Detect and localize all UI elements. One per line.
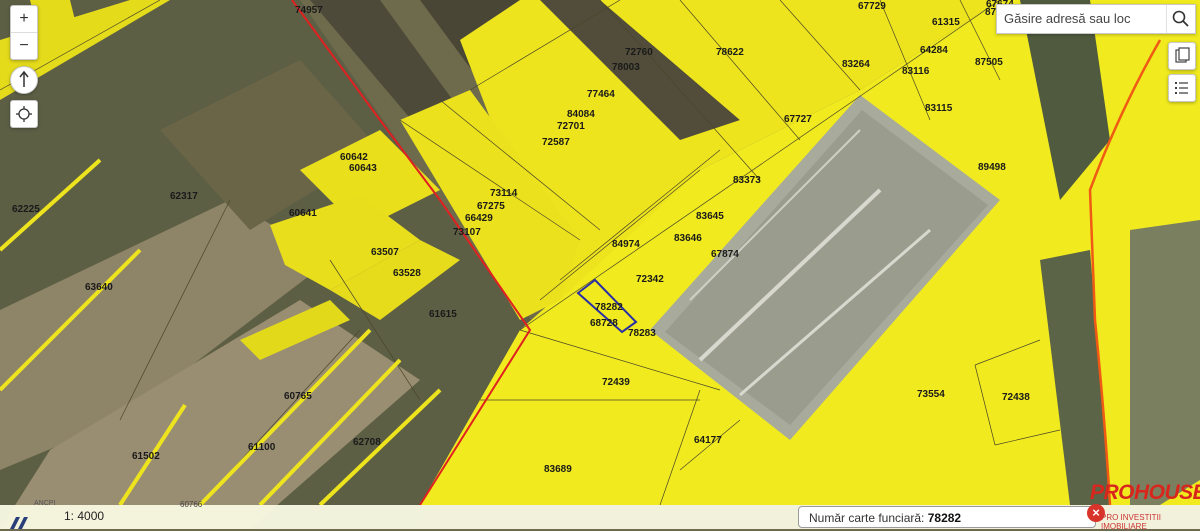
parcel-label[interactable]: 72439 (602, 378, 630, 388)
carte-funciara-box: Număr carte funciară: 78282 (798, 506, 1096, 528)
parcel-label[interactable]: 60641 (289, 209, 317, 219)
parcel-label[interactable]: 72587 (542, 138, 570, 148)
parcel-label[interactable]: 73114 (490, 189, 517, 199)
locate-icon (16, 106, 32, 122)
compass-button[interactable] (10, 66, 38, 94)
locate-button[interactable] (10, 100, 38, 128)
parcel-label[interactable]: 67729 (858, 2, 886, 12)
parcel-label[interactable]: 72701 (557, 122, 585, 132)
parcel-label[interactable]: 78283 (628, 329, 656, 339)
layers-button[interactable] (1168, 42, 1196, 70)
parcel-label[interactable]: 60642 (340, 153, 368, 163)
parcel-label[interactable]: 78282 (595, 303, 623, 313)
zoom-out-button[interactable]: − (11, 33, 37, 59)
parcel-label[interactable]: 60765 (284, 392, 312, 402)
search-box (996, 4, 1196, 34)
parcel-label[interactable]: 67275 (477, 202, 505, 212)
parcel-label[interactable]: 62708 (353, 438, 381, 448)
carte-label: Număr carte funciară: (809, 511, 925, 525)
parcel-label[interactable]: 89498 (978, 163, 1006, 173)
map-canvas[interactable] (0, 0, 1200, 529)
brand-logo: PROHOUSE (1090, 481, 1200, 504)
parcel-label[interactable]: 83646 (674, 234, 702, 244)
parcel-label[interactable]: 83373 (733, 176, 761, 186)
search-icon (1172, 10, 1189, 27)
list-icon (1175, 82, 1188, 94)
parcel-label[interactable]: 64284 (920, 46, 948, 56)
parcel-label[interactable]: 72342 (636, 275, 664, 285)
layers-icon (1175, 47, 1190, 63)
parcel-label[interactable]: 61615 (429, 310, 457, 320)
parcel-label[interactable]: 83689 (544, 465, 572, 475)
parcel-label[interactable]: 66429 (465, 214, 493, 224)
parcel-label[interactable]: 77464 (587, 90, 615, 100)
parcel-label[interactable]: 68728 (590, 319, 618, 329)
search-button[interactable] (1166, 5, 1195, 33)
parcel-label[interactable]: 61502 (132, 452, 160, 462)
parcel-label[interactable]: 83264 (842, 60, 870, 70)
parcel-label[interactable]: 78003 (612, 63, 640, 73)
legend-button[interactable] (1168, 74, 1196, 102)
parcel-label[interactable]: 64177 (694, 436, 722, 446)
parcel-label[interactable]: 73107 (453, 228, 481, 238)
parcel-label[interactable]: 84974 (612, 240, 640, 250)
brand-tagline: PRO INVESTITII IMOBILIARE (1101, 513, 1162, 531)
parcel-label[interactable]: 61100 (248, 443, 275, 453)
parcel-label[interactable]: 87505 (975, 58, 1003, 68)
parcel-label[interactable]: 63507 (371, 248, 399, 258)
parcel-label[interactable]: 83116 (902, 67, 929, 77)
parcel-label[interactable]: 67874 (711, 250, 739, 260)
north-arrow-icon (19, 70, 29, 87)
parcel-label[interactable]: 83645 (696, 212, 724, 222)
carte-value: 78282 (927, 511, 962, 525)
zoom-in-button[interactable]: + (11, 6, 37, 32)
parcel-label[interactable]: 63528 (393, 269, 421, 279)
parcel-label[interactable]: 72760 (625, 48, 653, 58)
parcel-label[interactable]: 60643 (349, 164, 377, 174)
parcel-label[interactable]: 61315 (932, 18, 960, 28)
parcel-label[interactable]: 63640 (85, 283, 113, 293)
attribution-text: ANCPI (34, 500, 56, 507)
parcel-label[interactable]: 73554 (917, 390, 945, 400)
edge-parcel-label: 60766 (180, 500, 203, 509)
parcel-label[interactable]: 62317 (170, 192, 198, 202)
parcel-label[interactable]: 78622 (716, 48, 744, 58)
scale-label: 1: 4000 (64, 509, 105, 523)
parcel-label[interactable]: 67727 (784, 115, 812, 125)
parcel-label[interactable]: 84084 (567, 110, 595, 120)
parcel-label[interactable]: 72438 (1002, 393, 1030, 403)
search-input[interactable] (997, 5, 1172, 31)
parcel-label[interactable]: 74957 (295, 6, 323, 16)
parcel-label[interactable]: 62225 (12, 205, 40, 215)
esri-logo-icon (10, 517, 28, 529)
zoom-control: + − (10, 5, 38, 60)
parcel-green-right (1130, 220, 1200, 505)
parcel-label[interactable]: 83115 (925, 104, 952, 114)
